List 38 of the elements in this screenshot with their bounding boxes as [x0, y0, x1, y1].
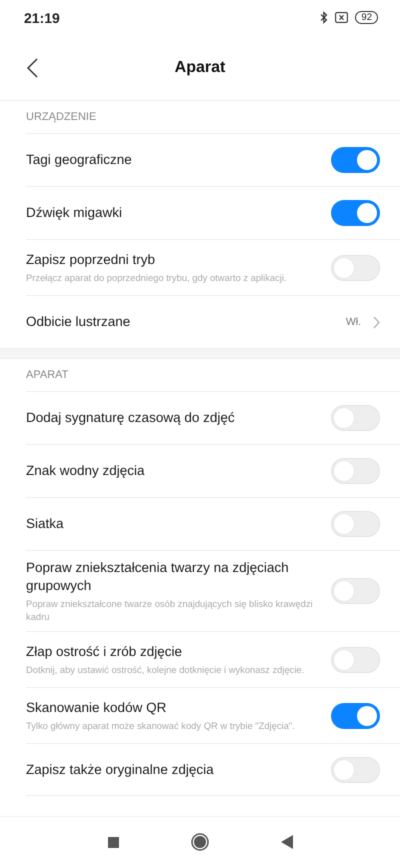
toggle-switch[interactable] [331, 254, 380, 280]
setting-label: Złap ostrość i zrób zdjęcie [26, 643, 184, 661]
toggle-switch[interactable] [331, 458, 380, 484]
setting-label: Siatka [26, 515, 65, 533]
back-icon[interactable] [280, 835, 292, 849]
setting-label: Dźwięk migawki [26, 204, 124, 222]
setting-label: Znak wodny zdjęcia [26, 462, 146, 480]
setting-label: Zapisz także oryginalne zdjęcia [26, 760, 215, 778]
recent-apps-icon[interactable] [108, 836, 118, 848]
toggle-switch[interactable] [331, 405, 380, 431]
status-time: 21:19 [24, 10, 60, 26]
setting-label: Odbicie lustrzane [26, 313, 132, 331]
toggle-switch[interactable] [331, 756, 380, 782]
setting-label: Skanowanie kodów QR [26, 699, 168, 717]
setting-description: Przełącz aparat do poprzedniego trybu, gdy otwarto z aplikacji. [26, 271, 288, 284]
toggle-switch[interactable] [331, 511, 380, 537]
section-header: APARAT [26, 369, 68, 381]
setting-label: Dodaj sygnaturę czasową do zdjęć [26, 409, 236, 427]
toggle-switch[interactable] [331, 200, 380, 226]
bluetooth-icon [320, 11, 328, 24]
toggle-switch[interactable] [331, 147, 380, 173]
back-icon[interactable] [27, 58, 38, 78]
toggle-switch[interactable] [331, 578, 380, 604]
setting-label: Zapisz poprzedni tryb [26, 251, 156, 269]
chevron-right-icon [373, 316, 380, 328]
setting-label: Popraw zniekształcenia twarzy na zdjęciach grupowych [26, 559, 290, 595]
setting-value: Wł. [346, 316, 361, 328]
setting-label: Tagi geograficzne [26, 151, 133, 169]
battery-icon: 92 [355, 11, 378, 24]
toggle-switch[interactable] [331, 702, 380, 728]
setting-description: Dotknij, aby ustawić ostrość, kolejne dotknięcie i wykonasz zdjęcie. [26, 663, 306, 676]
home-icon[interactable] [190, 833, 208, 851]
setting-description: Tylko główny aparat może skanować kody QR w trybie "Zdjęcia". [26, 719, 296, 732]
page-title: Aparat [174, 58, 226, 76]
no-sim-icon [335, 12, 348, 23]
section-header: URZĄDZENIE [26, 111, 96, 123]
setting-description: Popraw zniekształcone twarze osób znajdujących się blisko krawędzi kadru [26, 597, 314, 623]
toggle-switch[interactable] [331, 646, 380, 672]
